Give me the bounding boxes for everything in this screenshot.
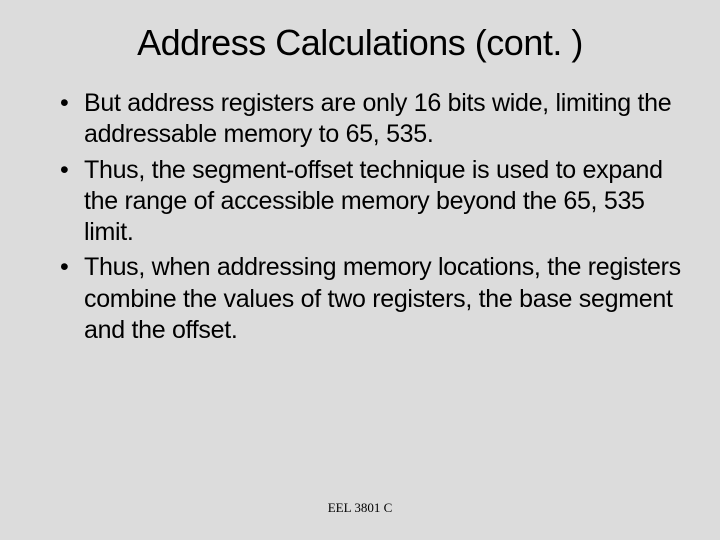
bullet-item: Thus, when addressing memory locations, … [60,252,690,346]
bullet-item: Thus, the segment-offset technique is us… [60,155,690,249]
slide-footer: EEL 3801 C [0,500,720,516]
slide-container: Address Calculations (cont. ) But addres… [0,0,720,540]
bullet-item: But address registers are only 16 bits w… [60,88,690,151]
bullet-list: But address registers are only 16 bits w… [30,88,690,346]
slide-title: Address Calculations (cont. ) [30,22,690,64]
